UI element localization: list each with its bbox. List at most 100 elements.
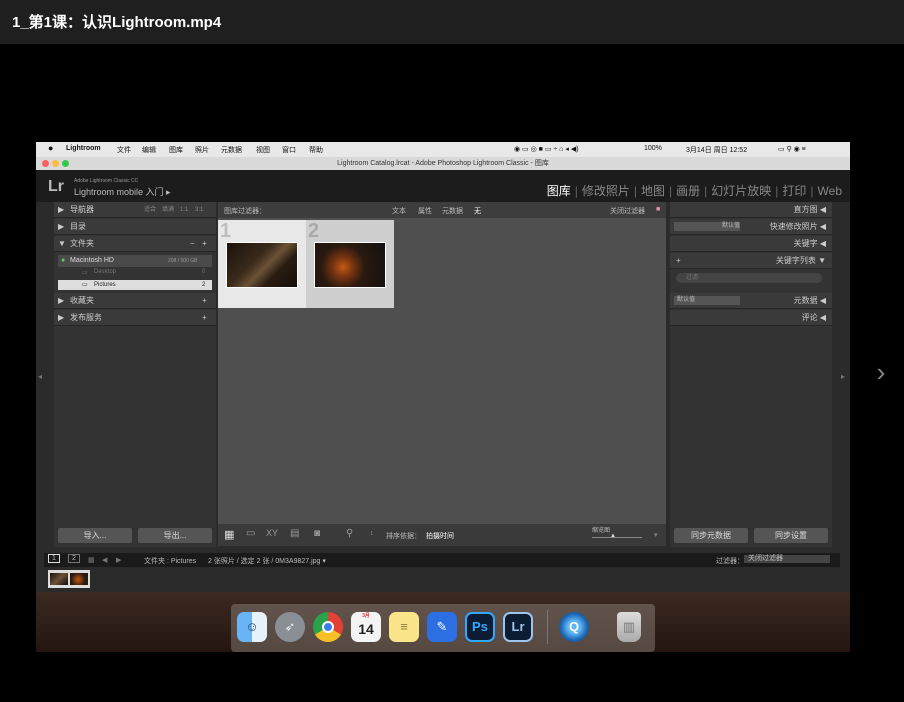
filmstrip-info[interactable]: 2 张照片 / 选定 2 张 / 0M3A9827.jpg ▾	[208, 556, 326, 566]
launchpad-icon[interactable]: ➶	[275, 612, 305, 642]
filmstrip-bar: 1 2 ▦ ◀ ▶ 文件夹 : Pictures 2 张照片 / 选定 2 张 …	[44, 553, 840, 567]
thumbnail-size-slider[interactable]	[592, 537, 642, 538]
grid-cell[interactable]: 2	[306, 220, 394, 308]
sync-metadata-button[interactable]: 同步元数据	[674, 528, 748, 543]
chrome-icon[interactable]	[313, 612, 343, 642]
lock-icon[interactable]: ■	[656, 206, 660, 213]
right-panel-toggle-icon[interactable]: ▸	[841, 372, 845, 381]
survey-view-icon[interactable]: ▤	[290, 528, 299, 539]
filter-metadata[interactable]: 元数据	[442, 206, 463, 216]
grid-view-icon[interactable]: ▦	[224, 528, 234, 541]
quick-develop-header[interactable]: 默认值 快速修改照片 ◀	[670, 219, 832, 235]
sort-direction-icon[interactable]: ↕	[370, 530, 374, 537]
plus-icon[interactable]: +	[676, 253, 681, 269]
metadata-header[interactable]: 默认值 元数据 ◀	[670, 293, 832, 309]
grid-mini-icon[interactable]: ▦	[88, 556, 95, 564]
filter-attribute[interactable]: 属性	[418, 206, 432, 216]
keywords-header[interactable]: 关键字 ◀	[670, 236, 832, 252]
lr-mobile-link[interactable]: Lightroom mobile 入门 ▸	[74, 185, 171, 198]
finder-icon[interactable]: ☺	[237, 612, 267, 642]
next-arrow-icon[interactable]: ›	[866, 332, 896, 412]
close-window-button[interactable]	[42, 160, 49, 167]
histogram-header[interactable]: 直方图 ◀	[670, 202, 832, 218]
metadata-preset-select[interactable]: 默认值	[674, 296, 740, 305]
menu-photo[interactable]: 照片	[195, 145, 209, 155]
photo-thumbnail[interactable]	[226, 242, 298, 288]
grid-cell[interactable]: 1	[218, 220, 306, 308]
mac-app-name[interactable]: Lightroom	[66, 145, 101, 152]
module-book[interactable]: 画册	[676, 184, 700, 198]
module-slideshow[interactable]: 幻灯片放映	[711, 184, 771, 198]
menu-library[interactable]: 图库	[169, 145, 183, 155]
module-library[interactable]: 图库	[547, 184, 571, 198]
menu-edit[interactable]: 编辑	[142, 145, 156, 155]
lightroom-icon[interactable]: Lr	[503, 612, 533, 642]
minimize-window-button[interactable]	[52, 160, 59, 167]
module-web[interactable]: Web	[818, 184, 842, 198]
menu-file[interactable]: 文件	[117, 145, 131, 155]
photoshop-icon[interactable]: Ps	[465, 612, 495, 642]
menu-view[interactable]: 视图	[256, 145, 270, 155]
left-panel-toggle-icon[interactable]: ◂	[38, 372, 42, 381]
filter-text[interactable]: 文本	[392, 206, 406, 216]
navigator-header[interactable]: ▶ 导航器 适合 填满 1:1 3:1	[54, 202, 216, 218]
module-map[interactable]: 地图	[641, 184, 665, 198]
filter-select[interactable]: 关闭过滤器	[744, 555, 830, 563]
collections-header[interactable]: ▶ 收藏夹 +	[54, 293, 216, 309]
photo-thumbnail[interactable]	[314, 242, 386, 288]
publish-header[interactable]: ▶ 发布服务 +	[54, 310, 216, 326]
plus-icon[interactable]: +	[202, 310, 207, 326]
nav-3to1[interactable]: 3:1	[195, 202, 203, 218]
comments-header[interactable]: 评论 ◀	[670, 310, 832, 326]
back-arrow-icon[interactable]: ◀	[102, 556, 107, 564]
notes-icon[interactable]: ≡	[389, 612, 419, 642]
export-button[interactable]: 导出...	[138, 528, 212, 543]
folders-header[interactable]: ▼ 文件夹 − +	[54, 236, 216, 252]
page-1-button[interactable]: 1	[48, 554, 60, 563]
sort-value[interactable]: 拍摄时间	[426, 531, 454, 541]
compare-view-icon[interactable]: XY	[266, 528, 278, 538]
calendar-icon[interactable]: 3月 14	[351, 612, 381, 642]
spray-can-icon[interactable]: ⚲	[346, 528, 353, 539]
filter-none[interactable]: 无	[474, 206, 481, 216]
keyword-search-input[interactable]: 过滤	[676, 273, 822, 283]
slider-handle-icon[interactable]: ▲	[610, 533, 616, 539]
menu-metadata[interactable]: 元数据	[221, 145, 242, 155]
module-develop[interactable]: 修改照片	[582, 184, 630, 198]
nav-1to1[interactable]: 1:1	[180, 202, 188, 218]
filmstrip-path[interactable]: 文件夹 : Pictures	[144, 556, 196, 566]
close-filter[interactable]: 关闭过滤器	[610, 206, 645, 216]
folders-label: 文件夹	[70, 239, 94, 248]
folder-item[interactable]: ▭ Desktop 0	[58, 269, 212, 279]
video-frame[interactable]: ● Lightroom 文件 编辑 图库 照片 元数据 视图 窗口 帮助 ◉ ▭…	[36, 142, 850, 652]
minus-icon[interactable]: −	[190, 236, 195, 252]
plus-icon[interactable]: +	[202, 293, 207, 309]
filmstrip-thumbnail[interactable]	[70, 573, 88, 585]
catalog-header[interactable]: ▶ 目录	[54, 219, 216, 235]
people-view-icon[interactable]: ◙	[314, 528, 320, 539]
nav-fit[interactable]: 适合	[144, 202, 156, 218]
loupe-view-icon[interactable]: ▭	[246, 528, 255, 539]
plus-icon[interactable]: +	[202, 236, 207, 252]
volume-row[interactable]: ● Macintosh HD 208 / 500 GB	[58, 255, 212, 267]
sync-settings-button[interactable]: 同步设置	[754, 528, 828, 543]
sort-label: 排序依据：	[386, 533, 421, 540]
keyword-list-header[interactable]: + 关键字列表 ▼	[670, 253, 832, 269]
menu-help[interactable]: 帮助	[309, 145, 323, 155]
comments-label: 评论	[801, 313, 818, 322]
module-print[interactable]: 打印	[782, 184, 806, 198]
preset-select[interactable]: 默认值	[674, 222, 740, 231]
page-2-button[interactable]: 2	[68, 554, 80, 563]
apple-icon[interactable]: ●	[48, 143, 53, 153]
folder-item-selected[interactable]: ▭ Pictures 2	[58, 280, 212, 290]
pages-icon[interactable]: ✎	[427, 612, 457, 642]
import-button[interactable]: 导入...	[58, 528, 132, 543]
toolbar-menu-icon[interactable]: ▾	[654, 531, 658, 539]
forward-arrow-icon[interactable]: ▶	[116, 556, 121, 564]
zoom-window-button[interactable]	[62, 160, 69, 167]
menu-window[interactable]: 窗口	[282, 145, 296, 155]
filmstrip-thumbnail[interactable]	[50, 573, 68, 585]
quicktime-icon[interactable]: Q	[559, 612, 589, 642]
nav-fill[interactable]: 填满	[162, 202, 174, 218]
trash-icon[interactable]: ▥	[617, 612, 641, 642]
